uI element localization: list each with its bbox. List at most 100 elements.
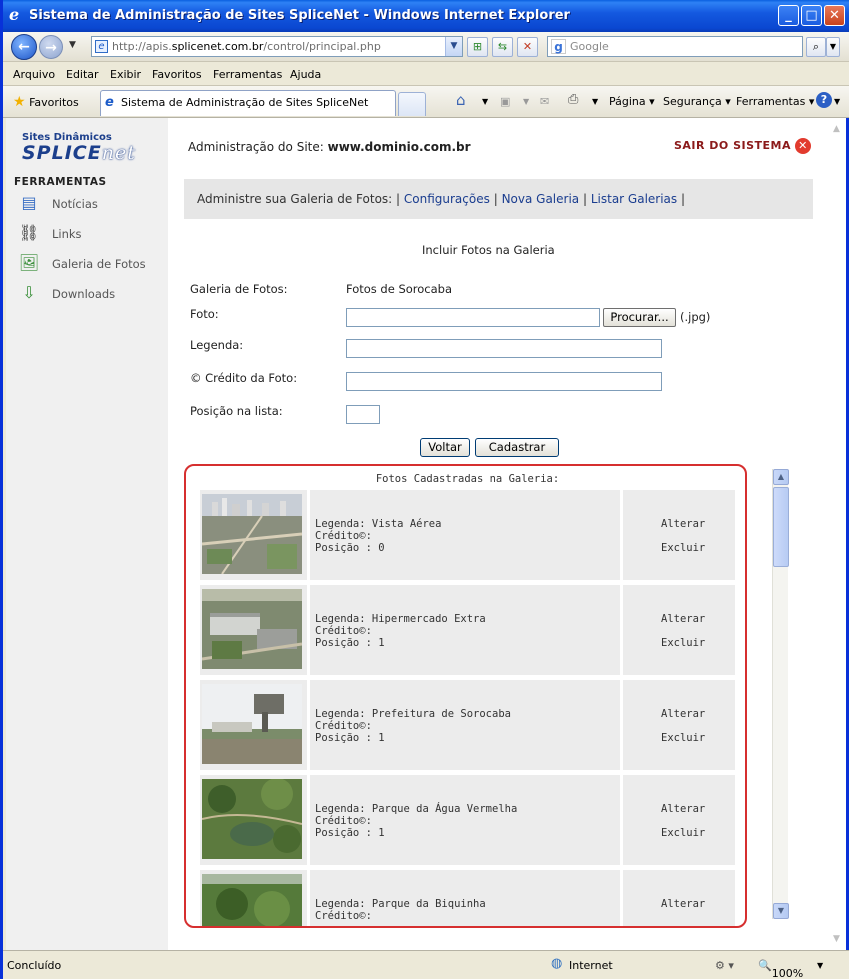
photo-credit: Crédito©: <box>315 625 372 637</box>
photo-gallery-icon: 🖼 <box>18 253 40 272</box>
photo-caption: Legenda: Hipermercado Extra <box>315 613 486 625</box>
page-scroll-up-icon[interactable]: ▲ <box>833 124 840 134</box>
print-dropdown-icon[interactable]: ▼ <box>592 97 598 106</box>
thumb-cell <box>200 680 307 770</box>
photo-info: Legenda: Hipermercado Extra Crédito©: Po… <box>310 585 620 675</box>
download-icon: ⇩ <box>22 283 36 302</box>
credit-input[interactable] <box>346 372 662 391</box>
sidebar-item-galeria[interactable]: 🖼 Galeria de Fotos <box>16 252 166 276</box>
photo-position: Posição : 1 <box>315 637 385 649</box>
home-dropdown-icon[interactable]: ▼ <box>482 97 488 106</box>
photo-thumbnail[interactable] <box>202 874 302 928</box>
zone-text: Internet <box>569 959 613 972</box>
tab-title: Sistema de Administração de Sites Splice… <box>121 96 369 109</box>
security-menu[interactable]: Segurança ▾ <box>663 95 731 108</box>
forward-button[interactable]: → <box>39 35 63 59</box>
mail-icon[interactable]: ✉ <box>540 95 549 108</box>
zoom-control[interactable]: 🔍 100% <box>758 959 803 979</box>
edit-link[interactable]: Alterar <box>661 898 705 910</box>
edit-link[interactable]: Alterar <box>661 613 705 625</box>
gallery-label: Galeria de Fotos: <box>190 282 288 296</box>
scroll-thumb[interactable] <box>773 487 789 567</box>
menu-editar[interactable]: Editar <box>66 68 99 81</box>
delete-link[interactable]: Excluir <box>661 827 705 839</box>
new-tab-button[interactable] <box>398 92 426 116</box>
photo-info: Legenda: Parque da Biquinha Crédito©: <box>310 870 620 926</box>
nav-config-link[interactable]: Configurações <box>404 192 490 206</box>
page-scroll-down-icon[interactable]: ▼ <box>833 934 840 944</box>
sidebar-item-downloads[interactable]: ⇩ Downloads <box>16 282 166 306</box>
delete-link[interactable]: Excluir <box>661 637 705 649</box>
home-icon[interactable]: ⌂ <box>456 91 466 109</box>
close-button[interactable]: ✕ <box>824 5 845 26</box>
photo-position: Posição : 1 <box>315 732 385 744</box>
address-path: /control/principal.php <box>263 40 381 53</box>
delete-link[interactable]: Excluir <box>661 542 705 554</box>
list-item: Legenda: Prefeitura de Sorocaba Crédito©… <box>200 680 735 770</box>
position-input[interactable] <box>346 405 380 424</box>
menu-exibir[interactable]: Exibir <box>110 68 141 81</box>
print-icon[interactable]: ⎙ <box>568 92 578 107</box>
main-panel: Administração do Site: www.dominio.com.b… <box>168 118 831 950</box>
page-menu[interactable]: Página ▾ <box>609 95 655 108</box>
scroll-up-icon[interactable]: ▲ <box>773 469 789 485</box>
back-button[interactable]: ← <box>11 34 37 60</box>
position-label: Posição na lista: <box>190 404 283 418</box>
scroll-down-icon[interactable]: ▼ <box>773 903 789 919</box>
protected-mode-icon[interactable]: ⚙ ▾ <box>715 959 734 972</box>
photo-file-input[interactable] <box>346 308 600 327</box>
tab-current[interactable]: e Sistema de Administração de Sites Spli… <box>100 90 396 116</box>
list-item: Legenda: Parque da Água Vermelha Crédito… <box>200 775 735 865</box>
menu-favoritos[interactable]: Favoritos <box>152 68 202 81</box>
delete-link[interactable]: Excluir <box>661 732 705 744</box>
photo-thumbnail[interactable] <box>202 779 302 859</box>
photo-thumbnail[interactable] <box>202 684 302 764</box>
menu-ajuda[interactable]: Ajuda <box>290 68 321 81</box>
zoom-level: 100% <box>771 967 804 979</box>
address-bar[interactable]: e http://apis.splicenet.com.br/control/p… <box>91 36 463 57</box>
nav-new-gallery-link[interactable]: Nova Galeria <box>502 192 580 206</box>
compatibility-icon[interactable]: ⊞ <box>467 37 488 57</box>
gallery-scrollbar[interactable]: ▲ ▼ <box>772 469 789 919</box>
help-dropdown-icon[interactable]: ▼ <box>834 97 840 106</box>
actions-cell: Alterar Excluir <box>623 680 735 770</box>
admin-site-line: Administração do Site: www.dominio.com.b… <box>188 140 471 154</box>
list-item: Legenda: Parque da Biquinha Crédito©: Al… <box>200 870 735 928</box>
zoom-dropdown-icon[interactable]: ▼ <box>817 961 823 970</box>
sidebar-item-noticias[interactable]: ▤ Notícias <box>16 192 166 216</box>
edit-link[interactable]: Alterar <box>661 803 705 815</box>
photo-thumbnail[interactable] <box>202 494 302 574</box>
help-icon[interactable]: ? <box>816 92 832 108</box>
logout-label: SAIR DO SISTEMA <box>673 139 791 152</box>
feeds-dropdown-icon[interactable]: ▼ <box>523 97 529 106</box>
refresh-icon[interactable]: ⇆ <box>492 37 513 57</box>
back-form-button[interactable]: Voltar <box>420 438 470 457</box>
stop-icon[interactable]: ✕ <box>517 37 538 57</box>
browser-window: e Sistema de Administração de Sites Spli… <box>0 0 849 979</box>
menu-ferramentas[interactable]: Ferramentas <box>213 68 282 81</box>
browse-button[interactable]: Procurar... <box>603 308 676 327</box>
search-input[interactable]: g Google <box>547 36 803 57</box>
sidebar-item-links[interactable]: ⛓ Links <box>16 222 166 246</box>
caption-label: Legenda: <box>190 338 244 352</box>
photo-position: Posição : 1 <box>315 827 385 839</box>
maximize-button[interactable]: □ <box>801 5 822 26</box>
favorites-button[interactable]: ★ Favoritos <box>13 94 79 110</box>
site-domain: www.dominio.com.br <box>327 140 471 154</box>
search-options-icon[interactable]: ▼ <box>826 37 840 57</box>
tools-menu[interactable]: Ferramentas ▾ <box>736 95 814 108</box>
history-dropdown-icon[interactable]: ▼ <box>69 40 76 50</box>
submit-button[interactable]: Cadastrar <box>475 438 559 457</box>
page-scrollbar[interactable]: ▲ ▼ <box>831 118 846 950</box>
feeds-icon[interactable]: ▣ <box>500 95 510 108</box>
minimize-button[interactable]: _ <box>778 5 799 26</box>
search-icon[interactable]: ⌕ <box>806 37 826 57</box>
logout-link[interactable]: SAIR DO SISTEMA ✕ <box>674 138 811 154</box>
edit-link[interactable]: Alterar <box>661 708 705 720</box>
caption-input[interactable] <box>346 339 662 358</box>
photo-thumbnail[interactable] <box>202 589 302 669</box>
menu-arquivo[interactable]: Arquivo <box>13 68 55 81</box>
edit-link[interactable]: Alterar <box>661 518 705 530</box>
nav-list-galleries-link[interactable]: Listar Galerias <box>591 192 677 206</box>
address-dropdown-icon[interactable]: ▼ <box>445 37 462 56</box>
